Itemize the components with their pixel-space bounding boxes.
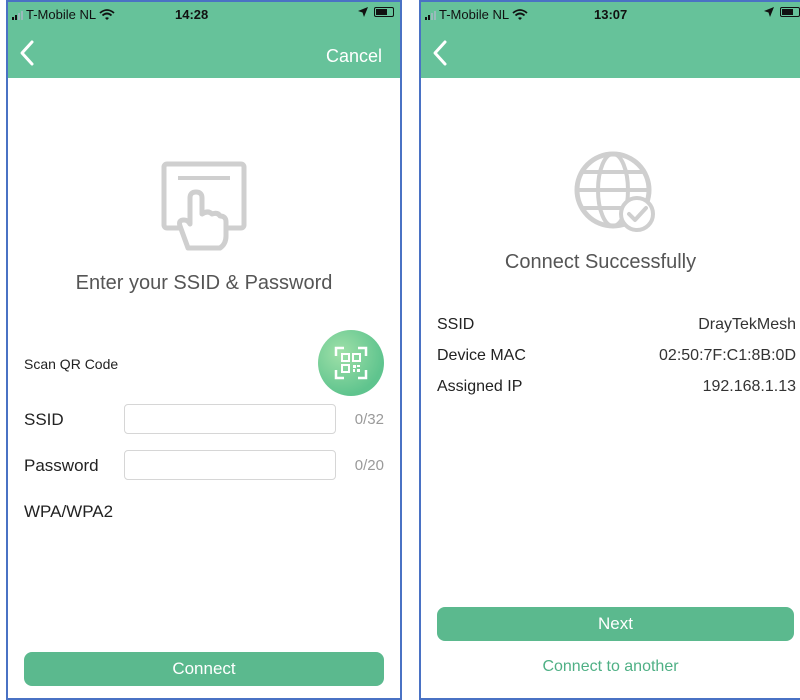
ssid-row: SSID 0/32: [24, 404, 384, 436]
password-label: Password: [24, 456, 99, 475]
scan-qr-row: Scan QR Code: [24, 328, 384, 400]
qr-scan-icon: [334, 346, 368, 380]
password-input[interactable]: [124, 450, 336, 480]
page-title: Enter your SSID & Password: [75, 272, 333, 294]
page-title: Connect Successfully: [504, 251, 697, 273]
info-label: Assigned IP: [437, 378, 523, 395]
back-chevron-icon[interactable]: [429, 38, 451, 68]
hand-tap-icon: [161, 161, 247, 251]
signal-icon: [12, 10, 23, 20]
carrier-label: T-Mobile NL: [439, 7, 510, 22]
wifi-icon: [99, 8, 115, 20]
status-time: 13:07: [594, 7, 628, 22]
phone-screen-setup: T-Mobile NL 14:28 Cancel Enter your SSID…: [6, 0, 402, 700]
ssid-label: SSID: [24, 410, 64, 429]
info-value: 02:50:7F:C1:8B:0D: [659, 347, 796, 364]
password-char-count: 0/20: [354, 457, 384, 474]
ssid-char-count: 0/32: [354, 411, 384, 428]
connect-another-link[interactable]: Connect to another: [421, 658, 800, 676]
info-value: 192.168.1.13: [702, 378, 796, 395]
security-type-label: WPA/WPA2: [24, 502, 114, 521]
info-row-mac: Device MAC 02:50:7F:C1:8B:0D: [437, 347, 800, 371]
battery-icon: [374, 7, 394, 17]
info-value: DrayTekMesh: [698, 316, 796, 333]
info-label: SSID: [437, 316, 475, 333]
password-row: Password 0/20: [24, 450, 384, 482]
globe-check-icon: [574, 151, 655, 232]
wifi-icon: [512, 8, 528, 20]
location-arrow-icon: [764, 7, 774, 17]
location-arrow-icon: [358, 7, 368, 17]
connect-button[interactable]: Connect: [24, 652, 384, 686]
scan-qr-button[interactable]: [318, 330, 384, 396]
status-bar: T-Mobile NL 14:28: [8, 2, 400, 28]
ssid-input[interactable]: [124, 404, 336, 434]
next-button[interactable]: Next: [437, 607, 794, 641]
info-label: Device MAC: [437, 347, 526, 364]
status-time: 14:28: [175, 7, 209, 22]
info-row-ip: Assigned IP 192.168.1.13: [437, 378, 800, 402]
battery-icon: [780, 7, 800, 17]
back-chevron-icon[interactable]: [16, 38, 38, 68]
carrier-label: T-Mobile NL: [26, 7, 97, 22]
status-bar: T-Mobile NL 13:07: [421, 2, 800, 28]
phone-screen-success: T-Mobile NL 13:07 Connect Successfully S…: [419, 0, 800, 700]
scan-qr-label: Scan QR Code: [24, 356, 119, 372]
info-row-ssid: SSID DrayTekMesh: [437, 316, 800, 340]
signal-icon: [425, 10, 436, 20]
nav-bar: T-Mobile NL 14:28 Cancel: [8, 2, 400, 78]
nav-bar: T-Mobile NL 13:07: [421, 2, 800, 78]
cancel-button[interactable]: Cancel: [326, 46, 382, 67]
